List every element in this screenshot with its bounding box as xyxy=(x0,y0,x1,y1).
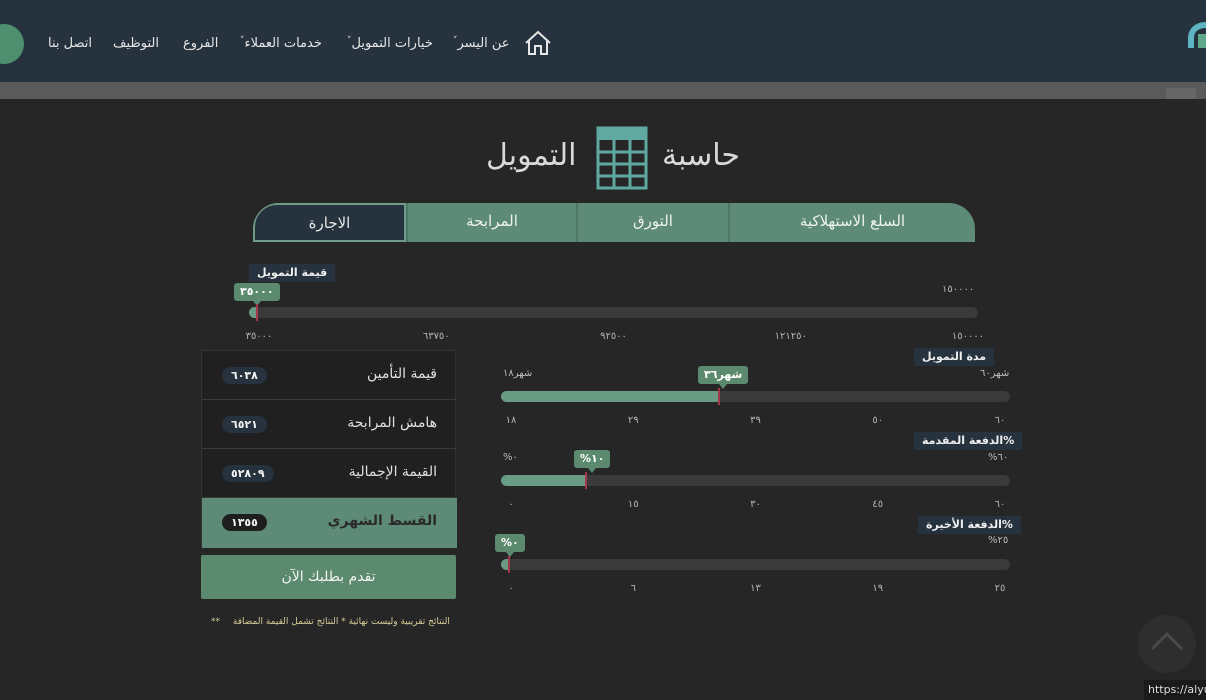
amount-tick-label: ١٥٠٠٠٠ xyxy=(951,331,985,342)
result-total-value: ٥٢٨٠٩ xyxy=(222,465,274,482)
down-payment-value-tag: %١٠ xyxy=(574,450,611,473)
last-payment-value-tag: %٠ xyxy=(495,534,525,557)
amount-max-label: ١٥٠٠٠٠ xyxy=(942,284,975,295)
nav-contact[interactable]: اتصل بنا xyxy=(48,36,92,51)
tab-consumer-goods[interactable]: السلع الاستهلاكية xyxy=(728,203,975,242)
duration-tick-label: ٢٩ xyxy=(627,415,639,426)
nav-financing-options-label: خيارات التمويل xyxy=(351,36,433,51)
last-payment-tick-label: ١٣ xyxy=(750,583,761,594)
last-payment-tick-label: ٢٥ xyxy=(994,583,1006,594)
duration-tick-label: ٣٩ xyxy=(750,415,761,426)
tab-tawarruq[interactable]: التورق xyxy=(576,203,728,242)
duration-slider-handle[interactable] xyxy=(718,388,721,405)
last-payment-tick-label: ٦ xyxy=(630,583,636,594)
duration-tick-label: ٥٠ xyxy=(872,415,884,426)
result-monthly: القسط الشهري ١٣٥٥ xyxy=(202,498,457,548)
amount-tick-label: ٣٥٠٠٠ xyxy=(245,331,273,342)
result-total: القيمة الإجمالية ٥٢٨٠٩ xyxy=(202,449,457,498)
duration-tick-label: ١٨ xyxy=(505,415,517,426)
down-payment-slider[interactable] xyxy=(501,472,1010,489)
amount-slider-handle[interactable] xyxy=(256,304,258,321)
last-payment-label: الدفعة الأخيرة% xyxy=(918,516,1021,534)
nav-financing-options[interactable]: ˅خيارات التمويل xyxy=(345,36,433,51)
title-word-calculator: حاسبة xyxy=(662,138,740,173)
result-insurance-label: قيمة التأمين xyxy=(367,366,437,382)
duration-slider-fill xyxy=(501,391,720,402)
down-payment-tick-label: ٦٠ xyxy=(994,499,1006,510)
down-payment-label: الدفعة المقدمة% xyxy=(914,432,1023,450)
last-payment-max-label: %٢٥ xyxy=(988,535,1009,546)
down-payment-tick-label: ٠ xyxy=(508,499,514,510)
calculator-icon xyxy=(596,126,648,190)
divider-chip xyxy=(1166,88,1196,99)
nav-branches[interactable]: الفروع xyxy=(183,36,218,51)
duration-max-label: شهر٦٠ xyxy=(980,368,1010,379)
result-margin-value: ٦٥٢١ xyxy=(222,416,267,433)
divider-bar xyxy=(0,82,1206,99)
down-payment-slider-fill xyxy=(501,475,586,486)
down-payment-tick-label: ٤٥ xyxy=(872,499,884,510)
last-payment-slider[interactable] xyxy=(501,556,1010,573)
amount-label: قيمة التمويل xyxy=(249,264,336,282)
tab-ijara[interactable]: الاجارة xyxy=(253,203,406,242)
last-payment-tick-label: ٠ xyxy=(508,583,514,594)
down-payment-slider-handle[interactable] xyxy=(584,472,587,489)
nav-customer-services[interactable]: ˅خدمات العملاء xyxy=(238,36,322,51)
page-title: التمويل حاسبة xyxy=(486,126,746,192)
down-payment-tick-label: ٣٠ xyxy=(750,499,761,510)
top-navbar: اتصل بنا التوظيف الفروع ˅خدمات العملاء ˅… xyxy=(0,0,1206,82)
last-payment-tick-label: ١٩ xyxy=(872,583,884,594)
result-margin: هامش المرابحة ٦٥٢١ xyxy=(202,400,457,449)
amount-value-tag: ٣٥٠٠٠ xyxy=(234,283,280,306)
financing-type-tabs: الاجارة المرابحة التورق السلع الاستهلاكي… xyxy=(253,203,975,242)
amount-slider[interactable] xyxy=(249,304,978,321)
result-insurance-value: ٦٠٣٨ xyxy=(222,367,267,384)
main-nav: اتصل بنا التوظيف الفروع ˅خدمات العملاء ˅… xyxy=(0,0,1206,82)
result-monthly-value: ١٣٥٥ xyxy=(222,514,267,531)
status-url: https://alyu xyxy=(1144,680,1206,700)
duration-min-label: شهر١٨ xyxy=(503,368,533,379)
amount-tick-label: ١٢١٢٥٠ xyxy=(774,331,807,342)
tab-murabaha[interactable]: المرابحة xyxy=(406,203,576,242)
down-payment-tick-label: ١٥ xyxy=(627,499,639,510)
amount-tick-label: ٦٣٧٥٠ xyxy=(422,331,450,342)
disclaimer-notes: ** النتائج تقريبية وليست نهائية * النتائ… xyxy=(201,617,450,627)
down-payment-min-label: %٠ xyxy=(503,452,518,463)
last-payment-slider-handle[interactable] xyxy=(508,556,510,573)
results-panel: قيمة التأمين ٦٠٣٨ هامش المرابحة ٦٥٢١ الق… xyxy=(201,350,457,548)
result-margin-label: هامش المرابحة xyxy=(347,415,437,431)
duration-value-tag: شهر٣٦ xyxy=(698,366,749,389)
title-word-financing: التمويل xyxy=(486,138,577,173)
result-insurance: قيمة التأمين ٦٠٣٨ xyxy=(202,351,457,400)
nav-jobs[interactable]: التوظيف xyxy=(113,36,159,51)
nav-about[interactable]: ˅عن اليسر xyxy=(451,36,510,51)
nav-about-label: عن اليسر xyxy=(457,36,510,51)
result-monthly-label: القسط الشهري xyxy=(327,513,437,529)
apply-now-button[interactable]: تقدم بطلبك الآن xyxy=(201,555,456,599)
down-payment-max-label: %٦٠ xyxy=(988,452,1009,463)
duration-tick-label: ٦٠ xyxy=(994,415,1006,426)
scroll-to-top-button[interactable] xyxy=(1138,615,1196,673)
nav-customer-services-label: خدمات العملاء xyxy=(244,36,322,51)
duration-label: مدة التمويل xyxy=(914,348,995,366)
duration-slider[interactable] xyxy=(501,388,1010,405)
result-total-label: القيمة الإجمالية xyxy=(348,464,437,480)
chevron-up-icon xyxy=(1150,631,1184,651)
amount-tick-label: ٩٢٥٠٠ xyxy=(600,331,627,342)
home-icon[interactable] xyxy=(524,30,552,56)
logo-icon[interactable] xyxy=(1184,20,1206,50)
note-vat: * النتائج تشمل القيمة المضافة xyxy=(232,617,346,627)
